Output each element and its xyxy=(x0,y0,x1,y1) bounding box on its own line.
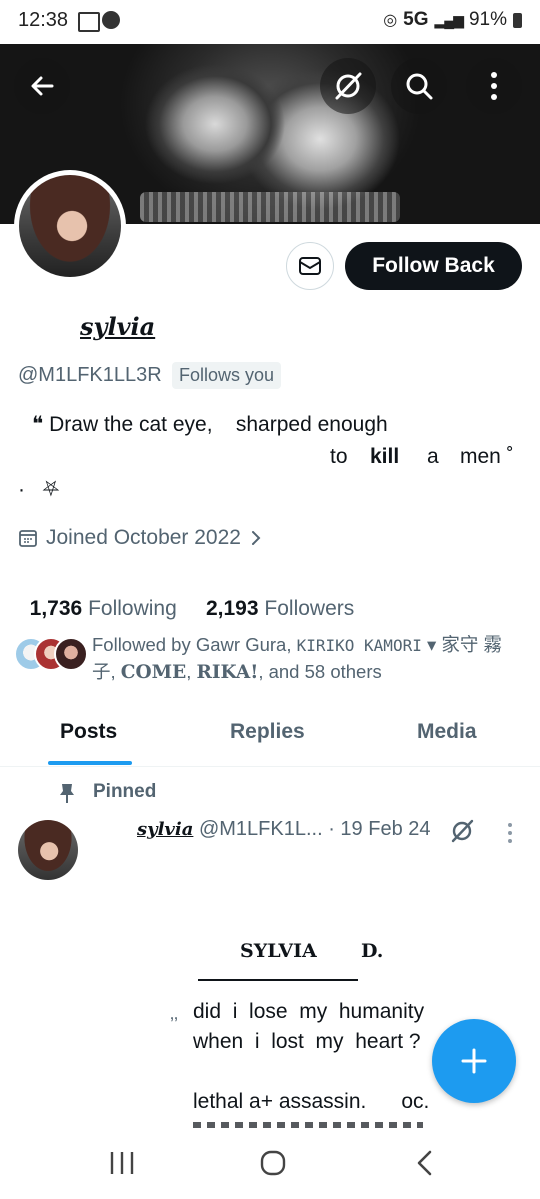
joined-date: Joined October 2022 xyxy=(46,526,241,549)
following-count: 1,736 xyxy=(29,597,83,620)
post-more-icon[interactable] xyxy=(506,822,514,844)
calendar-icon xyxy=(19,530,37,547)
message-button[interactable] xyxy=(286,242,334,290)
post-title-left: SYLVIA xyxy=(240,940,317,962)
status-bar: 12:38 ◎ 5G ▂▄▆ 91% xyxy=(0,0,540,44)
search-button[interactable] xyxy=(391,58,447,114)
search-icon xyxy=(406,73,433,100)
post-title-right: D. xyxy=(361,940,384,962)
active-tab-indicator xyxy=(48,761,132,765)
recent-apps-icon[interactable] xyxy=(108,1150,136,1176)
grok-button[interactable] xyxy=(320,58,376,114)
post-line-1: did i lose my humanity xyxy=(193,1000,425,1023)
banner-decoration xyxy=(140,192,400,222)
followers-link[interactable]: 2,193 Followers xyxy=(206,597,354,620)
tab-replies[interactable]: Replies xyxy=(230,720,305,744)
followed-by-prefix: Followed by Gawr Gura, xyxy=(92,634,297,655)
bio-word-a: a xyxy=(427,445,439,468)
avatar-image xyxy=(19,175,121,277)
follow-back-button[interactable]: Follow Back xyxy=(345,242,522,290)
system-nav-bar xyxy=(0,1128,540,1199)
following-label: Following xyxy=(88,597,177,620)
follow-counts: 1,736 Following 2,193 Followers xyxy=(18,573,355,621)
post-author-avatar[interactable] xyxy=(18,820,78,880)
bio-line-1: ❝ Draw the cat eye, sharped enough xyxy=(32,413,388,436)
follows-you-badge: Follows you xyxy=(172,362,282,389)
post-quote-mark: ‚‚ xyxy=(170,1003,178,1023)
network-type: 5G xyxy=(403,9,429,30)
back-arrow-icon xyxy=(31,76,54,96)
chevron-right-icon xyxy=(251,531,261,545)
mail-icon xyxy=(299,257,321,275)
following-link[interactable]: 1,736 Following xyxy=(30,597,177,620)
battery-level: 91% xyxy=(468,9,507,30)
post-header[interactable]: sylvia @M1LFK1L... · 19 Feb 24 xyxy=(137,818,431,841)
battery-icon xyxy=(513,12,522,28)
followed-by-come: COME xyxy=(120,662,187,683)
bio-line-3: · ⛧ xyxy=(18,478,60,501)
post-author-name: sylvia xyxy=(137,819,194,840)
tab-media[interactable]: Media xyxy=(417,720,477,744)
bio-word-to: to xyxy=(330,445,348,468)
followed-by-rika: RIKA! xyxy=(196,662,259,683)
profile-handle: @M1LFK1LL3R xyxy=(18,364,162,386)
followers-count: 2,193 xyxy=(205,597,259,620)
follower-avatar-3 xyxy=(54,637,88,671)
bio-word-kill: kill xyxy=(370,445,400,468)
gallery-notification-icon xyxy=(78,12,100,32)
pin-icon xyxy=(60,784,74,803)
followed-by-sep: , xyxy=(186,661,197,682)
followed-by-kiriko: KIRIKO KAMORI xyxy=(296,636,422,655)
followed-by-text[interactable]: Followed by Gawr Gura, KIRIKO KAMORI ▾ 家… xyxy=(92,632,522,686)
compose-button[interactable] xyxy=(432,1019,516,1103)
pinned-label: Pinned xyxy=(93,781,157,802)
tab-posts[interactable]: Posts xyxy=(60,720,117,744)
followed-by-suffix: , and 58 others xyxy=(258,661,382,682)
back-button[interactable] xyxy=(14,58,70,114)
profile-avatar[interactable] xyxy=(14,170,126,282)
post-title-rule xyxy=(198,979,358,981)
followers-label: Followers xyxy=(264,597,355,620)
more-options-button[interactable] xyxy=(466,58,522,114)
post-author-handle: @M1LFK1L... xyxy=(198,818,323,840)
joined-row[interactable]: Joined October 2022 xyxy=(18,526,263,550)
post-line-3: lethal a+ assassin. oc. xyxy=(193,1090,430,1113)
post-date: · 19 Feb 24 xyxy=(328,818,431,840)
more-vertical-icon xyxy=(491,72,497,100)
facebook-notification-icon xyxy=(102,11,120,29)
post-grok-icon[interactable] xyxy=(449,818,475,844)
back-nav-icon[interactable] xyxy=(414,1149,434,1177)
display-name: sylvia xyxy=(80,312,156,341)
post-line-2: when i lost my heart ? xyxy=(193,1030,421,1053)
tabs-divider xyxy=(0,766,540,767)
hotspot-icon: ◎ xyxy=(383,12,398,29)
status-time: 12:38 xyxy=(18,9,69,31)
grok-icon xyxy=(335,72,362,100)
bio-word-men: men ˚ xyxy=(460,445,514,468)
plus-icon xyxy=(461,1048,487,1074)
status-indicators: ◎ 5G ▂▄▆ 91% xyxy=(383,9,522,31)
signal-icon: ▂▄▆ xyxy=(434,11,464,28)
home-icon[interactable] xyxy=(259,1149,287,1177)
